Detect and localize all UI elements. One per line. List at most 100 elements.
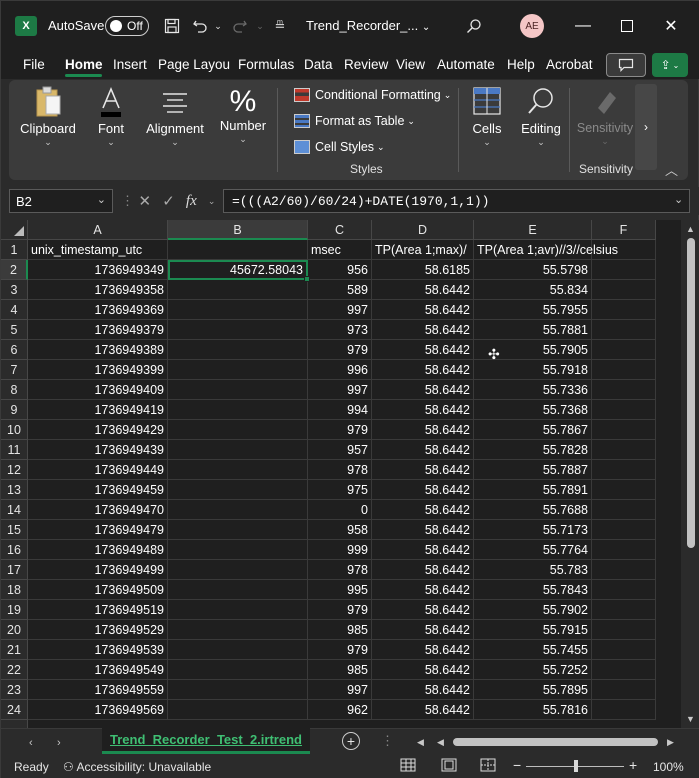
table-cell[interactable] xyxy=(592,360,656,380)
table-cell[interactable]: 979 xyxy=(308,600,372,620)
tab-review[interactable]: Review xyxy=(344,57,388,72)
table-cell[interactable] xyxy=(592,320,656,340)
table-cell[interactable]: 0 xyxy=(308,500,372,520)
row-header[interactable]: 7 xyxy=(1,360,28,380)
table-cell[interactable]: 55.7915 xyxy=(474,620,592,640)
header-cell[interactable]: TP(Area 1;max)/ xyxy=(372,240,474,260)
autosave-toggle[interactable]: Off xyxy=(105,16,149,36)
table-cell[interactable]: 1736949539 xyxy=(28,640,168,660)
table-cell[interactable]: 58.6442 xyxy=(372,600,474,620)
table-cell[interactable] xyxy=(168,440,308,460)
zoom-slider-knob[interactable] xyxy=(574,760,578,772)
table-cell[interactable]: 55.5798 xyxy=(474,260,592,280)
table-cell[interactable]: 55.7867 xyxy=(474,420,592,440)
search-icon[interactable] xyxy=(463,15,485,37)
table-cell[interactable]: 55.7887 xyxy=(474,460,592,480)
vertical-scroll-thumb[interactable] xyxy=(687,238,695,548)
table-cell[interactable]: 55.7902 xyxy=(474,600,592,620)
table-cell[interactable]: 58.6442 xyxy=(372,580,474,600)
table-cell[interactable]: 1736949489 xyxy=(28,540,168,560)
scroll-up-icon[interactable]: ▲ xyxy=(686,224,695,234)
table-cell[interactable]: 1736949379 xyxy=(28,320,168,340)
table-cell[interactable]: 58.6442 xyxy=(372,460,474,480)
table-cell[interactable]: 979 xyxy=(308,640,372,660)
table-cell[interactable]: 978 xyxy=(308,460,372,480)
table-cell[interactable]: 979 xyxy=(308,420,372,440)
table-cell[interactable]: 58.6442 xyxy=(372,340,474,360)
row-header[interactable]: 9 xyxy=(1,400,28,420)
table-cell[interactable]: 58.6442 xyxy=(372,380,474,400)
table-cell[interactable]: 975 xyxy=(308,480,372,500)
row-header[interactable]: 21 xyxy=(1,640,28,660)
table-cell[interactable] xyxy=(592,580,656,600)
enter-check-icon[interactable]: ✓ xyxy=(162,192,175,210)
table-cell[interactable]: 58.6442 xyxy=(372,440,474,460)
table-cell[interactable] xyxy=(168,520,308,540)
table-cell[interactable] xyxy=(168,320,308,340)
table-cell[interactable]: 1736949499 xyxy=(28,560,168,580)
table-cell[interactable]: 958 xyxy=(308,520,372,540)
row-header[interactable]: 3 xyxy=(1,280,28,300)
column-header-c[interactable]: C xyxy=(308,220,372,240)
header-cell[interactable]: TP(Area 1;avr)//3//celsius xyxy=(474,240,618,260)
column-header-a[interactable]: A xyxy=(28,220,168,240)
table-cell[interactable] xyxy=(168,300,308,320)
avatar[interactable]: AE xyxy=(520,14,544,38)
table-cell[interactable]: 58.6442 xyxy=(372,520,474,540)
table-cell[interactable] xyxy=(592,340,656,360)
table-cell[interactable]: 1736949479 xyxy=(28,520,168,540)
undo-dropdown-icon[interactable]: ⌄ xyxy=(207,15,229,37)
table-cell[interactable] xyxy=(592,400,656,420)
table-cell[interactable]: 985 xyxy=(308,660,372,680)
table-cell[interactable]: 58.6442 xyxy=(372,700,474,720)
editing-button[interactable]: Editing ⌄ xyxy=(517,86,565,148)
table-cell[interactable]: 58.6442 xyxy=(372,540,474,560)
column-header-f[interactable]: F xyxy=(592,220,656,240)
vertical-scrollbar[interactable]: ▲ ▼ xyxy=(681,220,699,728)
table-cell[interactable] xyxy=(168,340,308,360)
conditional-formatting-button[interactable]: Conditional Formatting ⌄ xyxy=(294,88,451,102)
row-header[interactable]: 22 xyxy=(1,660,28,680)
table-cell[interactable] xyxy=(168,540,308,560)
table-cell[interactable]: 55.7891 xyxy=(474,480,592,500)
table-cell[interactable]: 985 xyxy=(308,620,372,640)
header-cell[interactable] xyxy=(168,240,308,260)
minimize-icon[interactable]: — xyxy=(563,11,603,41)
row-header[interactable]: 5 xyxy=(1,320,28,340)
row-header[interactable]: 1 xyxy=(1,240,28,260)
row-header[interactable]: 13 xyxy=(1,480,28,500)
row-header[interactable]: 2 xyxy=(1,260,28,280)
table-cell[interactable] xyxy=(168,700,308,720)
table-cell[interactable] xyxy=(592,380,656,400)
name-box[interactable]: B2 ⌄ xyxy=(9,189,113,213)
tab-insert[interactable]: Insert xyxy=(113,57,147,72)
row-header[interactable]: 14 xyxy=(1,500,28,520)
table-cell[interactable]: 956 xyxy=(308,260,372,280)
normal-view-icon[interactable] xyxy=(400,758,416,775)
collapse-ribbon-icon[interactable]: ︿ xyxy=(665,160,678,179)
table-cell[interactable]: 55.783 xyxy=(474,560,592,580)
table-cell[interactable]: 55.7955 xyxy=(474,300,592,320)
next-sheet-icon[interactable]: › xyxy=(57,737,61,749)
table-cell[interactable]: 1736949409 xyxy=(28,380,168,400)
insert-function-icon[interactable]: fx xyxy=(186,193,197,210)
alignment-button[interactable]: Alignment ⌄ xyxy=(143,86,207,148)
table-cell[interactable]: 58.6442 xyxy=(372,560,474,580)
table-cell[interactable]: 1736949529 xyxy=(28,620,168,640)
table-cell[interactable]: 58.6442 xyxy=(372,620,474,640)
table-cell[interactable]: 58.6442 xyxy=(372,300,474,320)
previous-sheet-icon[interactable]: ‹ xyxy=(29,737,33,749)
table-cell[interactable]: 58.6442 xyxy=(372,420,474,440)
expand-formula-bar-icon[interactable]: ⌄ xyxy=(674,193,683,206)
header-cell[interactable]: unix_timestamp_utc xyxy=(28,240,168,260)
table-cell[interactable] xyxy=(168,580,308,600)
table-cell[interactable] xyxy=(592,520,656,540)
sheet-tab-active[interactable]: Trend_Recorder_Test_2.irtrend xyxy=(102,728,310,754)
table-cell[interactable]: 1736949470 xyxy=(28,500,168,520)
table-cell[interactable]: 1736949549 xyxy=(28,660,168,680)
table-cell[interactable] xyxy=(168,560,308,580)
table-cell[interactable] xyxy=(592,600,656,620)
row-header[interactable]: 12 xyxy=(1,460,28,480)
row-header[interactable]: 19 xyxy=(1,600,28,620)
table-cell[interactable] xyxy=(592,480,656,500)
